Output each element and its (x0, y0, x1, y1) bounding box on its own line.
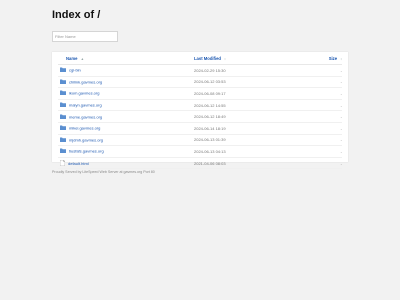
name-cell: meme.gavmes.org (58, 110, 194, 123)
filter-input[interactable] (52, 31, 118, 42)
modified-cell: 2024-06-13 01:39 (194, 134, 314, 147)
entry-link[interactable]: chilink.gavmes.org (69, 79, 102, 84)
size-cell: - (314, 145, 342, 158)
size-cell: - (314, 99, 342, 112)
entry-link[interactable]: cgi-bin (69, 68, 81, 73)
name-cell: ikom.gavmes.org (58, 87, 194, 100)
folder-icon (60, 90, 66, 96)
sort-indicator-name-icon: ▲ (80, 56, 85, 61)
entry-link[interactable]: ikom.gavmes.org (69, 91, 99, 96)
header-row: Name ▲ Last Modified ↕ Size ↕ (58, 52, 342, 65)
size-cell: - (314, 122, 342, 135)
modified-cell: 2024-06-14 18:19 (194, 122, 314, 135)
column-header-modified[interactable]: Last Modified ↕ (194, 52, 314, 65)
column-header-name[interactable]: Name ▲ (58, 52, 194, 65)
folder-icon (60, 102, 66, 108)
name-cell: tiusfafs.gavmes.org (58, 145, 194, 158)
entry-link[interactable]: mjdmh.gavmes.org (69, 137, 103, 142)
table-row[interactable]: cgi-bin 2024-02-29 15:30- (58, 64, 342, 77)
entry-link[interactable]: meme.gavmes.org (69, 114, 102, 119)
size-cell: - (314, 157, 342, 170)
folder-icon (60, 67, 66, 73)
entry-link[interactable]: mikei.gavmes.org (69, 126, 100, 131)
size-cell: - (314, 134, 342, 147)
table-row[interactable]: ikom.gavmes.org 2024-06-08 09:17- (58, 87, 342, 100)
column-header-size[interactable]: Size ↕ (314, 52, 342, 65)
name-cell: malyn.gavmes.org (58, 99, 194, 112)
table-row[interactable]: mikei.gavmes.org 2024-06-14 18:19- (58, 122, 342, 135)
modified-cell: 2024-06-12 18:49 (194, 110, 314, 123)
modified-cell: 2024-06-13 04:13 (194, 145, 314, 158)
name-cell: mjdmh.gavmes.org (58, 134, 194, 147)
column-header-name-label: Name (66, 55, 78, 61)
modified-cell: 2024-06-08 09:17 (194, 87, 314, 100)
entry-link[interactable]: default.html (68, 161, 89, 166)
sort-indicator-size-icon: ↕ (340, 56, 342, 61)
modified-cell: 2024-02-29 15:30 (194, 64, 314, 77)
page-title: Index of / (52, 9, 101, 21)
table-row[interactable]: chilink.gavmes.org 2024-06-12 03:53- (58, 76, 342, 89)
modified-cell: 2024-06-12 03:53 (194, 76, 314, 89)
modified-cell: 2024-06-12 14:55 (194, 99, 314, 112)
server-footer: Proudly Served by LiteSpeed Web Server a… (52, 170, 155, 174)
table-row[interactable]: malyn.gavmes.org 2024-06-12 14:55- (58, 99, 342, 112)
folder-icon (60, 114, 66, 120)
column-header-size-label: Size (328, 55, 338, 61)
table-row[interactable]: tiusfafs.gavmes.org 2024-06-13 04:13- (58, 145, 342, 158)
name-cell: cgi-bin (58, 64, 194, 77)
table-row[interactable]: mjdmh.gavmes.org 2024-06-13 01:39- (58, 134, 342, 147)
size-cell: - (314, 87, 342, 100)
entry-link[interactable]: tiusfafs.gavmes.org (69, 149, 104, 154)
listing-table: Name ▲ Last Modified ↕ Size ↕ cgi-bin 202… (58, 52, 342, 170)
column-header-modified-label: Last Modified (194, 55, 221, 61)
size-cell: - (314, 64, 342, 77)
file-icon (59, 159, 66, 167)
name-cell: default.html (58, 157, 194, 170)
modified-cell: 2021-04-06 08:03 (194, 157, 314, 170)
size-cell: - (314, 76, 342, 89)
table-row[interactable]: default.html 2021-04-06 08:03- (58, 157, 342, 170)
entry-link[interactable]: malyn.gavmes.org (69, 103, 102, 108)
folder-icon (60, 137, 66, 143)
name-cell: chilink.gavmes.org (58, 76, 194, 89)
folder-icon (60, 125, 66, 131)
sort-indicator-modified-icon: ↕ (224, 56, 226, 61)
directory-listing: Name ▲ Last Modified ↕ Size ↕ cgi-bin 202… (52, 52, 348, 170)
size-cell: - (314, 110, 342, 123)
table-row[interactable]: meme.gavmes.org 2024-06-12 18:49- (58, 110, 342, 123)
folder-icon (60, 79, 66, 85)
name-cell: mikei.gavmes.org (58, 122, 194, 135)
folder-icon (60, 148, 66, 154)
